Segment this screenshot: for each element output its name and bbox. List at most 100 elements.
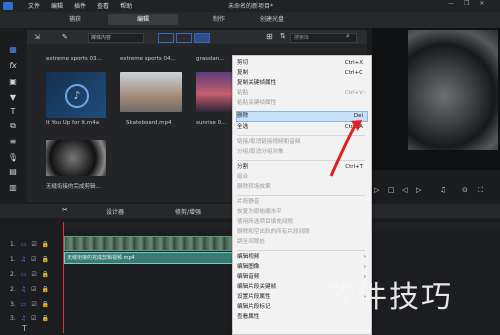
- plugin-icon[interactable]: ✎: [62, 33, 68, 41]
- preview-frame: [408, 30, 498, 150]
- stop-icon[interactable]: □: [388, 186, 395, 194]
- menu-separator: [237, 250, 365, 251]
- menu-item-mute-clip[interactable]: 片段静音: [237, 198, 367, 207]
- previous-frame-icon[interactable]: ◁: [402, 186, 407, 194]
- fx-room-icon[interactable]: fx: [6, 60, 20, 72]
- sort-icon[interactable]: ⇅: [280, 32, 286, 40]
- library-thumbnail-video[interactable]: [196, 72, 232, 112]
- maximize-button[interactable]: ❐: [464, 0, 469, 7]
- lock-icon[interactable]: 🔒: [42, 286, 49, 293]
- minimize-button[interactable]: —: [448, 0, 454, 7]
- pip-room-icon[interactable]: ▣: [6, 76, 20, 88]
- window-controls: — ❐ ✕: [448, 0, 484, 7]
- trim-enhance-button[interactable]: 修剪/增强: [175, 207, 201, 216]
- play-icon[interactable]: ▷: [374, 186, 379, 194]
- library-item-name[interactable]: extreme sports 04...: [120, 56, 186, 62]
- tab-create-disc[interactable]: 创建光盘: [252, 14, 292, 25]
- track-header: 2. ▭ ☑ 🔒: [10, 270, 50, 278]
- audio-track-icon: ♫: [20, 285, 27, 293]
- media-room-icon[interactable]: ▦: [6, 44, 20, 56]
- fullscreen-icon[interactable]: ⛶: [478, 186, 483, 195]
- lock-icon[interactable]: 🔒: [42, 301, 49, 308]
- menu-view[interactable]: 查看: [97, 1, 109, 10]
- search-icon[interactable]: ⌕: [346, 32, 350, 41]
- lock-icon[interactable]: 🔒: [42, 256, 49, 263]
- chevron-right-icon: ›: [363, 264, 366, 270]
- music-note-icon: ♪: [65, 84, 89, 108]
- menu-item-edit-video[interactable]: 编辑视频 ›: [237, 253, 367, 262]
- lock-icon[interactable]: 🔒: [42, 315, 49, 322]
- menu-item-restore-original[interactable]: 恢复为原始缩水平: [237, 208, 367, 217]
- video-track-icon: ▭: [20, 270, 27, 278]
- tab-capture[interactable]: 捕获: [60, 14, 90, 25]
- library-item-name[interactable]: extreme sports 03...: [46, 56, 112, 62]
- volume-icon[interactable]: ♫: [440, 186, 446, 194]
- title-track-icon: T: [22, 324, 27, 333]
- track-checkbox[interactable]: ☑: [31, 286, 36, 293]
- audio-mixing-icon[interactable]: ≡: [6, 136, 20, 148]
- menu-item-paste-keyframe-attributes[interactable]: 粘贴关键帧属性: [237, 99, 367, 108]
- menu-help[interactable]: 帮助: [120, 1, 132, 10]
- next-frame-icon[interactable]: ▷: [416, 186, 421, 194]
- transition-room-icon[interactable]: ⧉: [6, 120, 20, 132]
- menu-item-remove-transition[interactable]: 删除转场效果: [237, 183, 367, 192]
- library-item-name[interactable]: Skateboard.mp4: [126, 120, 192, 126]
- lock-icon[interactable]: 🔒: [42, 241, 49, 248]
- menu-item-copy-keyframe-attributes[interactable]: 复制关键帧属性: [237, 79, 367, 88]
- close-button[interactable]: ✕: [479, 0, 484, 7]
- tab-edit[interactable]: 编辑: [108, 14, 178, 25]
- designer-button[interactable]: 设计器: [106, 207, 124, 216]
- view-audio-button[interactable]: [194, 33, 210, 43]
- subtitle-room-icon[interactable]: ▥: [6, 182, 20, 194]
- library-thumbnail-video[interactable]: [46, 140, 106, 176]
- snapshot-icon[interactable]: ⊙: [462, 186, 468, 194]
- track-header: 1. ♫ ☑ 🔒: [10, 255, 49, 263]
- track-checkbox[interactable]: ☑: [31, 256, 36, 263]
- grid-view-icon[interactable]: ⊞: [266, 32, 273, 41]
- watermark: 软件技巧: [325, 280, 453, 315]
- audio-clip[interactable]: 无缝衔接的完成剪辑视频.mp4: [64, 252, 236, 264]
- voiceover-icon[interactable]: 🎙: [6, 152, 20, 164]
- video-track-icon: ▭: [20, 300, 27, 308]
- video-track-icon: ▭: [20, 240, 27, 248]
- menu-item-paste[interactable]: 粘贴 Ctrl+V ›: [237, 89, 367, 98]
- library-thumbnail-video[interactable]: [120, 72, 182, 112]
- track-header: 1. ▭ ☑ 🔒: [10, 240, 50, 248]
- title-room-icon[interactable]: T: [6, 106, 20, 118]
- app-logo: [3, 2, 13, 10]
- menu-item-copy[interactable]: 复制 Ctrl+C: [237, 69, 367, 78]
- import-icon[interactable]: ⇲: [34, 33, 40, 41]
- library-item-name[interactable]: grasslan...: [196, 56, 230, 62]
- track-checkbox[interactable]: ☑: [31, 315, 36, 322]
- library-thumbnail-audio[interactable]: ♪: [46, 72, 106, 118]
- menu-item-edit-image[interactable]: 编辑图像 ›: [237, 263, 367, 272]
- video-clip[interactable]: [64, 236, 236, 251]
- track-checkbox[interactable]: ☑: [31, 301, 36, 308]
- view-video-button[interactable]: [176, 33, 192, 43]
- particle-room-icon[interactable]: ▼: [6, 92, 20, 104]
- menu-separator: [237, 195, 365, 196]
- library-item-name[interactable]: 无缝衔接的完成剪辑...: [46, 182, 112, 190]
- tab-produce[interactable]: 制作: [204, 14, 234, 25]
- track-checkbox[interactable]: ☑: [31, 241, 36, 248]
- menu-file[interactable]: 文件: [28, 1, 40, 10]
- view-list-button[interactable]: [158, 33, 174, 43]
- library-item-name[interactable]: It You Up for It.m4a: [46, 120, 112, 126]
- menu-item-cut[interactable]: 剪切 Ctrl+X: [237, 59, 367, 68]
- menu-item-fill-gap[interactable]: 使用所选项目填充间隙: [237, 218, 367, 227]
- playhead[interactable]: [63, 222, 64, 333]
- menu-item-remove-gaps[interactable]: 删除和空出轨的所有片段间隙: [237, 228, 367, 237]
- menu-item-jump-to-gap[interactable]: 跳至间隙处: [237, 238, 367, 247]
- library-filter-select[interactable]: 媒体内容: [88, 33, 144, 43]
- chapter-room-icon[interactable]: ▤: [6, 166, 20, 178]
- lock-icon[interactable]: 🔒: [42, 271, 49, 278]
- project-title: 未命名的新项目*: [228, 3, 274, 10]
- menu-edit[interactable]: 编辑: [51, 1, 63, 10]
- track-header: 3. ♫ ☑ 🔒: [10, 314, 49, 322]
- track-header: 2. ♫ ☑ 🔒: [10, 285, 49, 293]
- library-item-name[interactable]: sunrise 0...: [196, 120, 230, 126]
- track-checkbox[interactable]: ☑: [31, 271, 36, 278]
- track-header: 3. ▭ ☑ 🔒: [10, 300, 50, 308]
- cut-icon[interactable]: ✂: [62, 206, 68, 214]
- menu-plugins[interactable]: 插件: [74, 1, 86, 10]
